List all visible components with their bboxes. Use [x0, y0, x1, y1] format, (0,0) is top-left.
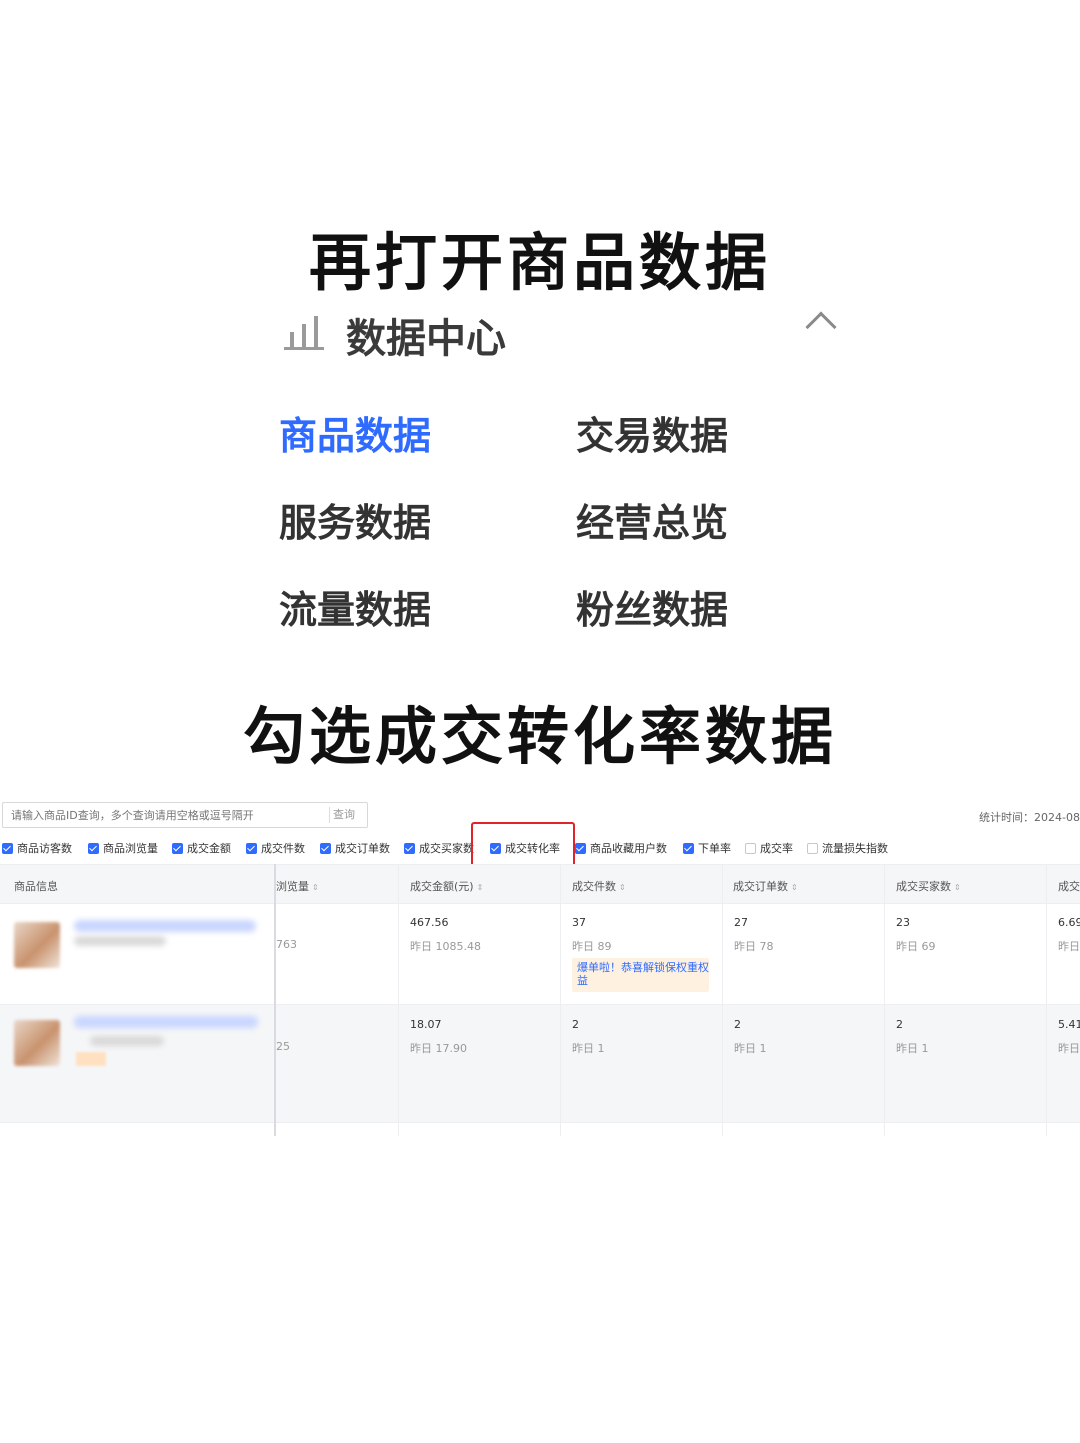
- blurred-product-tag: [76, 1052, 106, 1066]
- hot-sale-notice[interactable]: 爆单啦！恭喜解锁保权重权益: [572, 958, 709, 992]
- cell-buyers-yesterday: 昨日 1: [896, 1042, 929, 1055]
- cell-buyers: 2: [896, 1018, 903, 1031]
- cell-amount: 18.07: [410, 1018, 442, 1031]
- cell-orders-yesterday: 昨日 1: [734, 1042, 767, 1055]
- menu-item-business-overview[interactable]: 经营总览: [576, 492, 728, 547]
- menu-item-service-data[interactable]: 服务数据: [279, 492, 431, 547]
- column-divider: [398, 864, 399, 1136]
- column-divider: [1046, 864, 1047, 1136]
- checkbox-deal-orders[interactable]: 成交订单数: [320, 839, 390, 857]
- product-thumbnail[interactable]: [14, 1020, 60, 1066]
- headline-check-conversion-rate: 勾选成交转化率数据: [242, 700, 837, 773]
- blurred-product-title: [74, 920, 256, 932]
- menu-item-trade-data[interactable]: 交易数据: [576, 405, 728, 460]
- cell-amount: 467.56: [410, 916, 449, 929]
- blurred-product-id: [74, 936, 166, 946]
- frozen-column-divider: [274, 864, 276, 1136]
- cell-orders: 27: [734, 916, 748, 929]
- cell-orders-yesterday: 昨日 78: [734, 940, 774, 953]
- checkbox-favorite-users[interactable]: 商品收藏用户数: [575, 839, 667, 857]
- menu-item-product-data[interactable]: 商品数据: [279, 405, 431, 460]
- sort-icon: ⇕: [312, 883, 319, 892]
- checkbox-order-rate[interactable]: 下单率: [683, 839, 731, 857]
- bar-chart-icon: [284, 314, 324, 350]
- column-divider: [884, 864, 885, 1136]
- cell-pieces-yesterday: 昨日 89: [572, 940, 612, 953]
- sort-icon: ⇕: [791, 883, 798, 892]
- cell-buyers: 23: [896, 916, 910, 929]
- sort-icon: ⇕: [476, 883, 484, 892]
- menu-item-fans-data[interactable]: 粉丝数据: [576, 579, 728, 634]
- chevron-up-icon[interactable]: [805, 311, 837, 343]
- header-conversion-partial[interactable]: 成交: [1058, 878, 1080, 894]
- checkbox-deal-buyers[interactable]: 成交买家数: [404, 839, 474, 857]
- blurred-product-id: [90, 1036, 164, 1046]
- search-divider: [329, 807, 330, 823]
- sort-icon: ⇕: [954, 883, 961, 892]
- cell-views: 25: [276, 1040, 290, 1053]
- header-deal-buyers[interactable]: 成交买家数 ⇕: [896, 878, 961, 894]
- cell-pieces: 2: [572, 1018, 579, 1031]
- product-data-panel: 查询 统计时间：2024-08 商品访客数 商品浏览量 成交金额 成交件数 成交…: [0, 796, 1080, 1136]
- sort-icon: ⇕: [619, 883, 626, 892]
- blurred-product-title: [74, 1016, 258, 1028]
- checkbox-checked-icon: [683, 842, 694, 854]
- checkbox-deal-rate[interactable]: 成交率: [745, 839, 793, 857]
- column-divider: [560, 864, 561, 1136]
- header-views[interactable]: 浏览量 ⇕: [276, 878, 319, 894]
- cell-amount-yesterday: 昨日 17.90: [410, 1042, 467, 1055]
- header-deal-orders[interactable]: 成交订单数 ⇕: [733, 878, 798, 894]
- cell-conversion: 6.69: [1058, 916, 1080, 929]
- cell-conversion: 5.41: [1058, 1018, 1080, 1031]
- checkbox-checked-icon: [404, 842, 415, 854]
- search-button[interactable]: 查询: [333, 806, 355, 822]
- checkbox-checked-icon: [320, 842, 331, 854]
- product-thumbnail[interactable]: [14, 922, 60, 968]
- data-center-header[interactable]: 数据中心: [284, 306, 840, 362]
- cell-conversion-yesterday: 昨日: [1058, 1042, 1080, 1055]
- checkbox-unchecked-icon: [745, 842, 756, 854]
- stat-time-label: 统计时间：2024-08: [979, 811, 1080, 824]
- cell-buyers-yesterday: 昨日 69: [896, 940, 936, 953]
- headline-open-product-data: 再打开商品数据: [308, 226, 771, 299]
- checkbox-traffic-loss-index[interactable]: 流量损失指数: [807, 839, 888, 857]
- cell-pieces: 37: [572, 916, 586, 929]
- checkbox-unchecked-icon: [807, 842, 818, 854]
- cell-pieces-yesterday: 昨日 1: [572, 1042, 605, 1055]
- checkbox-checked-icon: [575, 842, 586, 854]
- header-deal-amount[interactable]: 成交金额(元) ⇕: [410, 878, 483, 894]
- cell-conversion-yesterday: 昨日: [1058, 940, 1080, 953]
- cell-amount-yesterday: 昨日 1085.48: [410, 940, 481, 953]
- cell-orders: 2: [734, 1018, 741, 1031]
- header-deal-pieces[interactable]: 成交件数 ⇕: [572, 878, 626, 894]
- column-divider: [722, 864, 723, 1136]
- product-info-column: [0, 796, 275, 1136]
- data-center-title: 数据中心: [346, 316, 506, 362]
- menu-item-traffic-data[interactable]: 流量数据: [279, 579, 431, 634]
- cell-views: 763: [276, 938, 297, 951]
